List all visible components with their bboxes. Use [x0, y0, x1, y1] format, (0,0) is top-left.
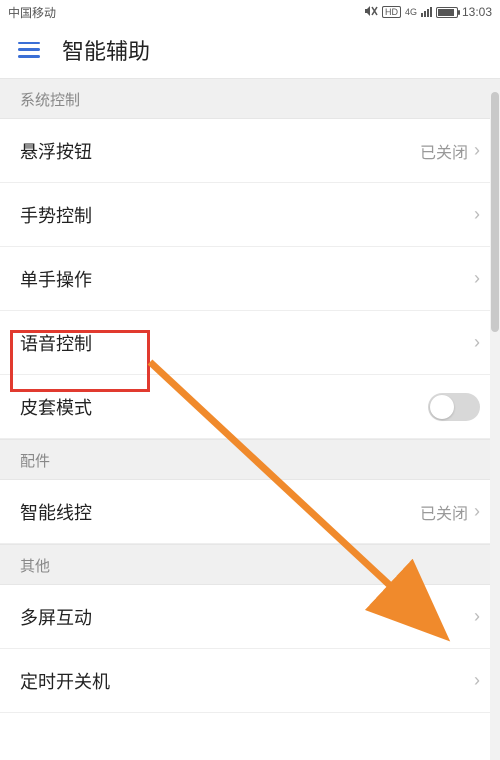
- signal-icon: [421, 7, 432, 17]
- status-left: 中国移动: [8, 4, 364, 21]
- item-gesture-control[interactable]: 手势控制 ›: [0, 183, 500, 247]
- mute-icon: [364, 5, 378, 20]
- item-value: 已关闭: [420, 500, 468, 524]
- section-header-system: 系统控制: [0, 78, 500, 119]
- chevron-right-icon: ›: [474, 606, 480, 627]
- item-one-hand[interactable]: 单手操作 ›: [0, 247, 500, 311]
- chevron-right-icon: ›: [474, 670, 480, 691]
- chevron-right-icon: ›: [474, 332, 480, 353]
- item-value: 已关闭: [420, 139, 468, 163]
- item-multi-screen[interactable]: 多屏互动 ›: [0, 585, 500, 649]
- hd-badge-icon: HD: [382, 6, 401, 18]
- item-label: 语音控制: [20, 330, 474, 356]
- carrier-label: 中国移动: [8, 4, 56, 21]
- chevron-right-icon: ›: [474, 204, 480, 225]
- item-label: 单手操作: [20, 266, 474, 292]
- item-label: 手势控制: [20, 202, 474, 228]
- item-label: 多屏互动: [20, 604, 474, 630]
- item-smart-headset-control[interactable]: 智能线控 已关闭 ›: [0, 480, 500, 544]
- status-bar: 中国移动 HD 4G 13:03: [0, 0, 500, 22]
- chevron-right-icon: ›: [474, 140, 480, 161]
- toggle-switch[interactable]: [428, 393, 480, 421]
- item-label: 定时开关机: [20, 668, 474, 694]
- item-label: 悬浮按钮: [20, 138, 420, 164]
- chevron-right-icon: ›: [474, 268, 480, 289]
- item-label: 皮套模式: [20, 394, 428, 420]
- clock-label: 13:03: [462, 5, 492, 19]
- chevron-right-icon: ›: [474, 501, 480, 522]
- hamburger-icon[interactable]: [18, 42, 40, 58]
- network-4g-label: 4G: [405, 8, 417, 17]
- item-label: 智能线控: [20, 499, 420, 525]
- section-header-other: 其他: [0, 544, 500, 585]
- item-voice-control[interactable]: 语音控制 ›: [0, 311, 500, 375]
- item-leather-case-mode[interactable]: 皮套模式: [0, 375, 500, 439]
- battery-icon: [436, 7, 458, 18]
- status-right: HD 4G 13:03: [364, 5, 492, 20]
- screen: 中国移动 HD 4G 13:03 智能辅助 系统控制 悬浮按钮 已关闭 › 手势…: [0, 0, 500, 760]
- scrollbar-thumb[interactable]: [491, 92, 499, 332]
- section-header-accessories: 配件: [0, 439, 500, 480]
- item-scheduled-power[interactable]: 定时开关机 ›: [0, 649, 500, 713]
- app-header: 智能辅助: [0, 22, 500, 78]
- item-floating-button[interactable]: 悬浮按钮 已关闭 ›: [0, 119, 500, 183]
- page-title: 智能辅助: [62, 34, 150, 66]
